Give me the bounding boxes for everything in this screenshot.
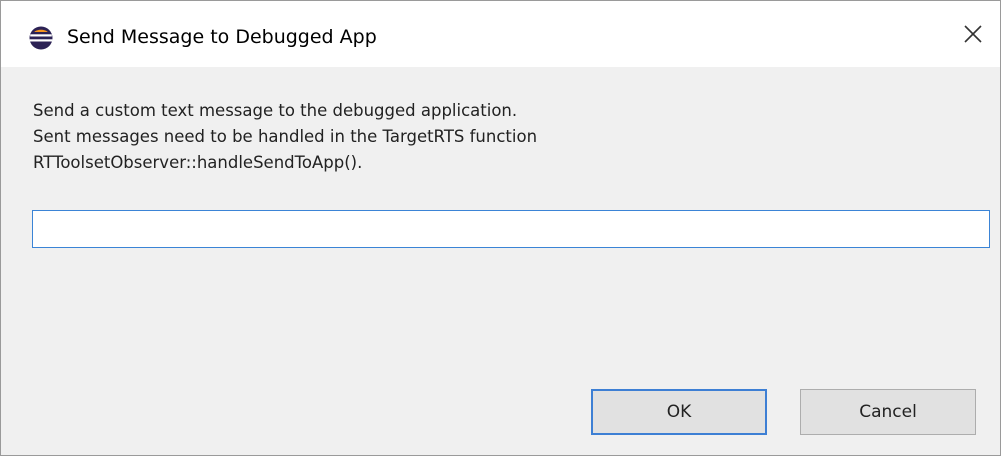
message-line: Sent messages need to be handled in the … <box>33 127 538 146</box>
dialog-content: Send a custom text message to the debugg… <box>1 67 1000 455</box>
message-input[interactable] <box>32 210 990 248</box>
close-button[interactable] <box>952 15 994 57</box>
eclipse-icon <box>29 26 53 50</box>
message-line: Send a custom text message to the debugg… <box>33 101 518 120</box>
cancel-button[interactable]: Cancel <box>800 389 976 435</box>
message-text: Send a custom text message to the debugg… <box>33 98 537 176</box>
dialog-window: Send Message to Debugged App Send a cust… <box>0 0 1001 456</box>
close-icon <box>963 24 983 48</box>
message-line: RTToolsetObserver::handleSendToApp(). <box>33 153 363 172</box>
ok-button[interactable]: OK <box>591 389 767 435</box>
title-bar: Send Message to Debugged App <box>1 1 1000 67</box>
window-title: Send Message to Debugged App <box>67 26 377 48</box>
